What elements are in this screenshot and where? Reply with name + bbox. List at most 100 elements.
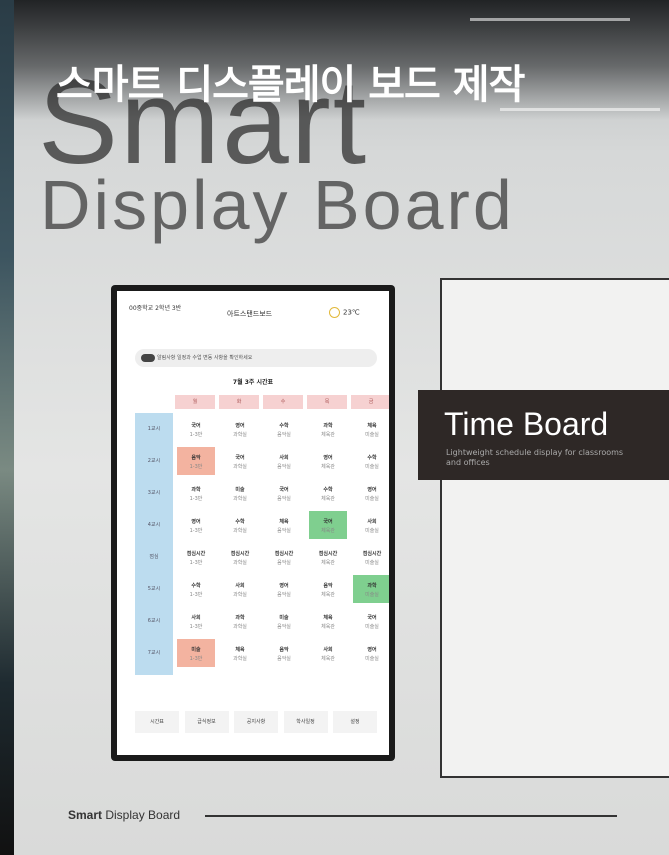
timetable-cell[interactable]: 체육 체육관 bbox=[309, 607, 347, 635]
subject: 국어 bbox=[367, 615, 377, 621]
timetable-cell[interactable]: 수학미술실 bbox=[353, 447, 389, 475]
timetable-cell[interactable]: 사회 미술실 bbox=[353, 511, 389, 539]
period-column bbox=[135, 413, 173, 675]
subject: 점심시간 bbox=[362, 551, 382, 557]
timetable-cell[interactable]: 영어 미술실 bbox=[353, 639, 389, 667]
timetable-cell[interactable]: 수학 과학실 bbox=[221, 511, 259, 539]
subject: 국어 bbox=[323, 519, 333, 525]
subject: 과학 bbox=[367, 583, 377, 589]
period-label: 4교시 bbox=[147, 522, 161, 528]
timetable-cell[interactable]: 국어음악실 bbox=[265, 479, 303, 507]
subject: 수학 bbox=[279, 423, 289, 429]
timetable-cell[interactable]: 음악 체육관 bbox=[309, 575, 347, 603]
timetable-cell[interactable]: 체육미술실 bbox=[353, 415, 389, 443]
notice-bar[interactable]: 알림사항 일정과 수업 변동 사항을 확인하세요 bbox=[135, 349, 377, 367]
period-label: 6교시 bbox=[147, 618, 161, 624]
timetable-cell[interactable]: 사회 과학실 bbox=[221, 575, 259, 603]
temperature: 23℃ bbox=[343, 308, 360, 317]
room: 음악실 bbox=[277, 496, 291, 502]
timetable-cell[interactable]: 과학 1-3반 bbox=[177, 479, 215, 507]
screen-title: 아트스탠드보드 bbox=[227, 310, 273, 318]
room: 과학실 bbox=[233, 656, 247, 662]
timetable-cell[interactable]: 점심시간 체육관 bbox=[309, 543, 347, 571]
timetable-cell[interactable]: 점심시간 과학실 bbox=[221, 543, 259, 571]
subject: 과학 bbox=[235, 615, 245, 621]
timetable-cell[interactable]: 국어 체육관 bbox=[309, 511, 347, 539]
tab-3[interactable]: 학사일정 bbox=[283, 711, 328, 733]
timetable-cell[interactable]: 점심시간 1-3반 bbox=[177, 543, 215, 571]
timetable-cell[interactable]: 영어 1-3반 bbox=[177, 511, 215, 539]
room: 음악실 bbox=[277, 560, 291, 566]
room: 체육관 bbox=[321, 464, 335, 470]
subject: 사회 bbox=[323, 647, 333, 653]
subject: 체육 bbox=[235, 647, 245, 653]
subject: 음악 bbox=[279, 647, 289, 653]
subject: 과학 bbox=[323, 423, 333, 429]
timetable-cell[interactable]: 과학 과학실 bbox=[221, 607, 259, 635]
tab-1[interactable]: 급식정보 bbox=[184, 711, 229, 733]
timetable-cell[interactable]: 수학 1-3반 bbox=[177, 575, 215, 603]
timetable-cell[interactable]: 수학 체육관 bbox=[309, 479, 347, 507]
footer-line bbox=[205, 815, 617, 817]
timetable-cell[interactable]: 국어 1-3반 bbox=[177, 415, 215, 443]
timetable-cell[interactable]: 미술 과학실 bbox=[221, 479, 259, 507]
room: 음악실 bbox=[277, 656, 291, 662]
timetable-cell[interactable]: 미술 음악실 bbox=[265, 607, 303, 635]
room: 1-3반 bbox=[189, 464, 203, 470]
timetable-cell[interactable]: 과학미술실 bbox=[353, 575, 389, 603]
tab-2[interactable]: 공지사항 bbox=[234, 711, 278, 733]
timetable-cell[interactable]: 미술 1-3반 bbox=[177, 639, 215, 667]
timetable-cell[interactable]: 사회 체육관 bbox=[309, 639, 347, 667]
day-header: 수 bbox=[263, 395, 303, 409]
timetable-cell[interactable]: 사회 음악실 bbox=[265, 447, 303, 475]
subject: 체육 bbox=[323, 615, 333, 621]
subject: 영어 bbox=[323, 455, 333, 461]
subject: 사회 bbox=[191, 615, 201, 621]
screen-tabs: 시간표 급식정보 공지사항 학사일정 설정 bbox=[135, 711, 377, 733]
display-monitor: 00중학교 2학년 3반 아트스탠드보드 23℃ 알림사항 일정과 수업 변동 … bbox=[111, 285, 395, 761]
timetable-cell[interactable]: 사회 1-3반 bbox=[177, 607, 215, 635]
room: 1-3반 bbox=[189, 560, 203, 566]
timetable-cell[interactable]: 과학 체육관 bbox=[309, 415, 347, 443]
room: 체육관 bbox=[321, 560, 335, 566]
room: 미술실 bbox=[365, 592, 379, 598]
room: 과학실 bbox=[233, 496, 247, 502]
timetable-cell[interactable]: 음악 1-3반 bbox=[177, 447, 215, 475]
footer-rest: Display Board bbox=[102, 808, 181, 822]
subject: 체육 bbox=[367, 423, 377, 429]
footer-bold: Smart bbox=[68, 808, 103, 822]
big-title-display-board: Display Board bbox=[40, 166, 515, 244]
subject: 국어 bbox=[279, 487, 289, 493]
timetable-cell[interactable]: 체육 음악실 bbox=[265, 511, 303, 539]
subject: 국어 bbox=[191, 423, 201, 429]
room: 음악실 bbox=[277, 464, 291, 470]
tab-4[interactable]: 설정 bbox=[333, 711, 377, 733]
room: 미술실 bbox=[365, 432, 379, 438]
timetable-cell[interactable]: 체육과학실 bbox=[221, 639, 259, 667]
timetable-cell[interactable]: 국어 과학실 bbox=[221, 447, 259, 475]
timetable-cell[interactable]: 점심시간 음악실 bbox=[265, 543, 303, 571]
subject: 영어 bbox=[191, 519, 201, 525]
timetable-cell[interactable]: 영어 미술실 bbox=[353, 479, 389, 507]
subject: 수학 bbox=[367, 455, 377, 461]
timetable-cell[interactable]: 음악음악실 bbox=[265, 639, 303, 667]
subject: 미술 bbox=[191, 647, 201, 653]
tab-0[interactable]: 시간표 bbox=[135, 711, 179, 733]
day-header: 목 bbox=[307, 395, 347, 409]
timetable-cell[interactable]: 영어 과학실 bbox=[221, 415, 259, 443]
day-header: 화 bbox=[219, 395, 259, 409]
timetable-cell[interactable]: 국어 미술실 bbox=[353, 607, 389, 635]
subject: 영어 bbox=[279, 583, 289, 589]
timetable-cell[interactable]: 수학 음악실 bbox=[265, 415, 303, 443]
timetable-cell[interactable]: 영어음악실 bbox=[265, 575, 303, 603]
room: 1-3반 bbox=[189, 624, 203, 630]
period-label: 3교시 bbox=[147, 490, 161, 496]
room: 음악실 bbox=[277, 592, 291, 598]
subject: 영어 bbox=[235, 423, 245, 429]
subject: 점심시간 bbox=[230, 551, 250, 557]
room: 체육관 bbox=[321, 496, 335, 502]
timetable-cell[interactable]: 영어체육관 bbox=[309, 447, 347, 475]
footer-caption: Smart Display Board bbox=[68, 808, 180, 822]
timetable-cell[interactable]: 점심시간 미술실 bbox=[353, 543, 389, 571]
room: 미술실 bbox=[365, 464, 379, 470]
